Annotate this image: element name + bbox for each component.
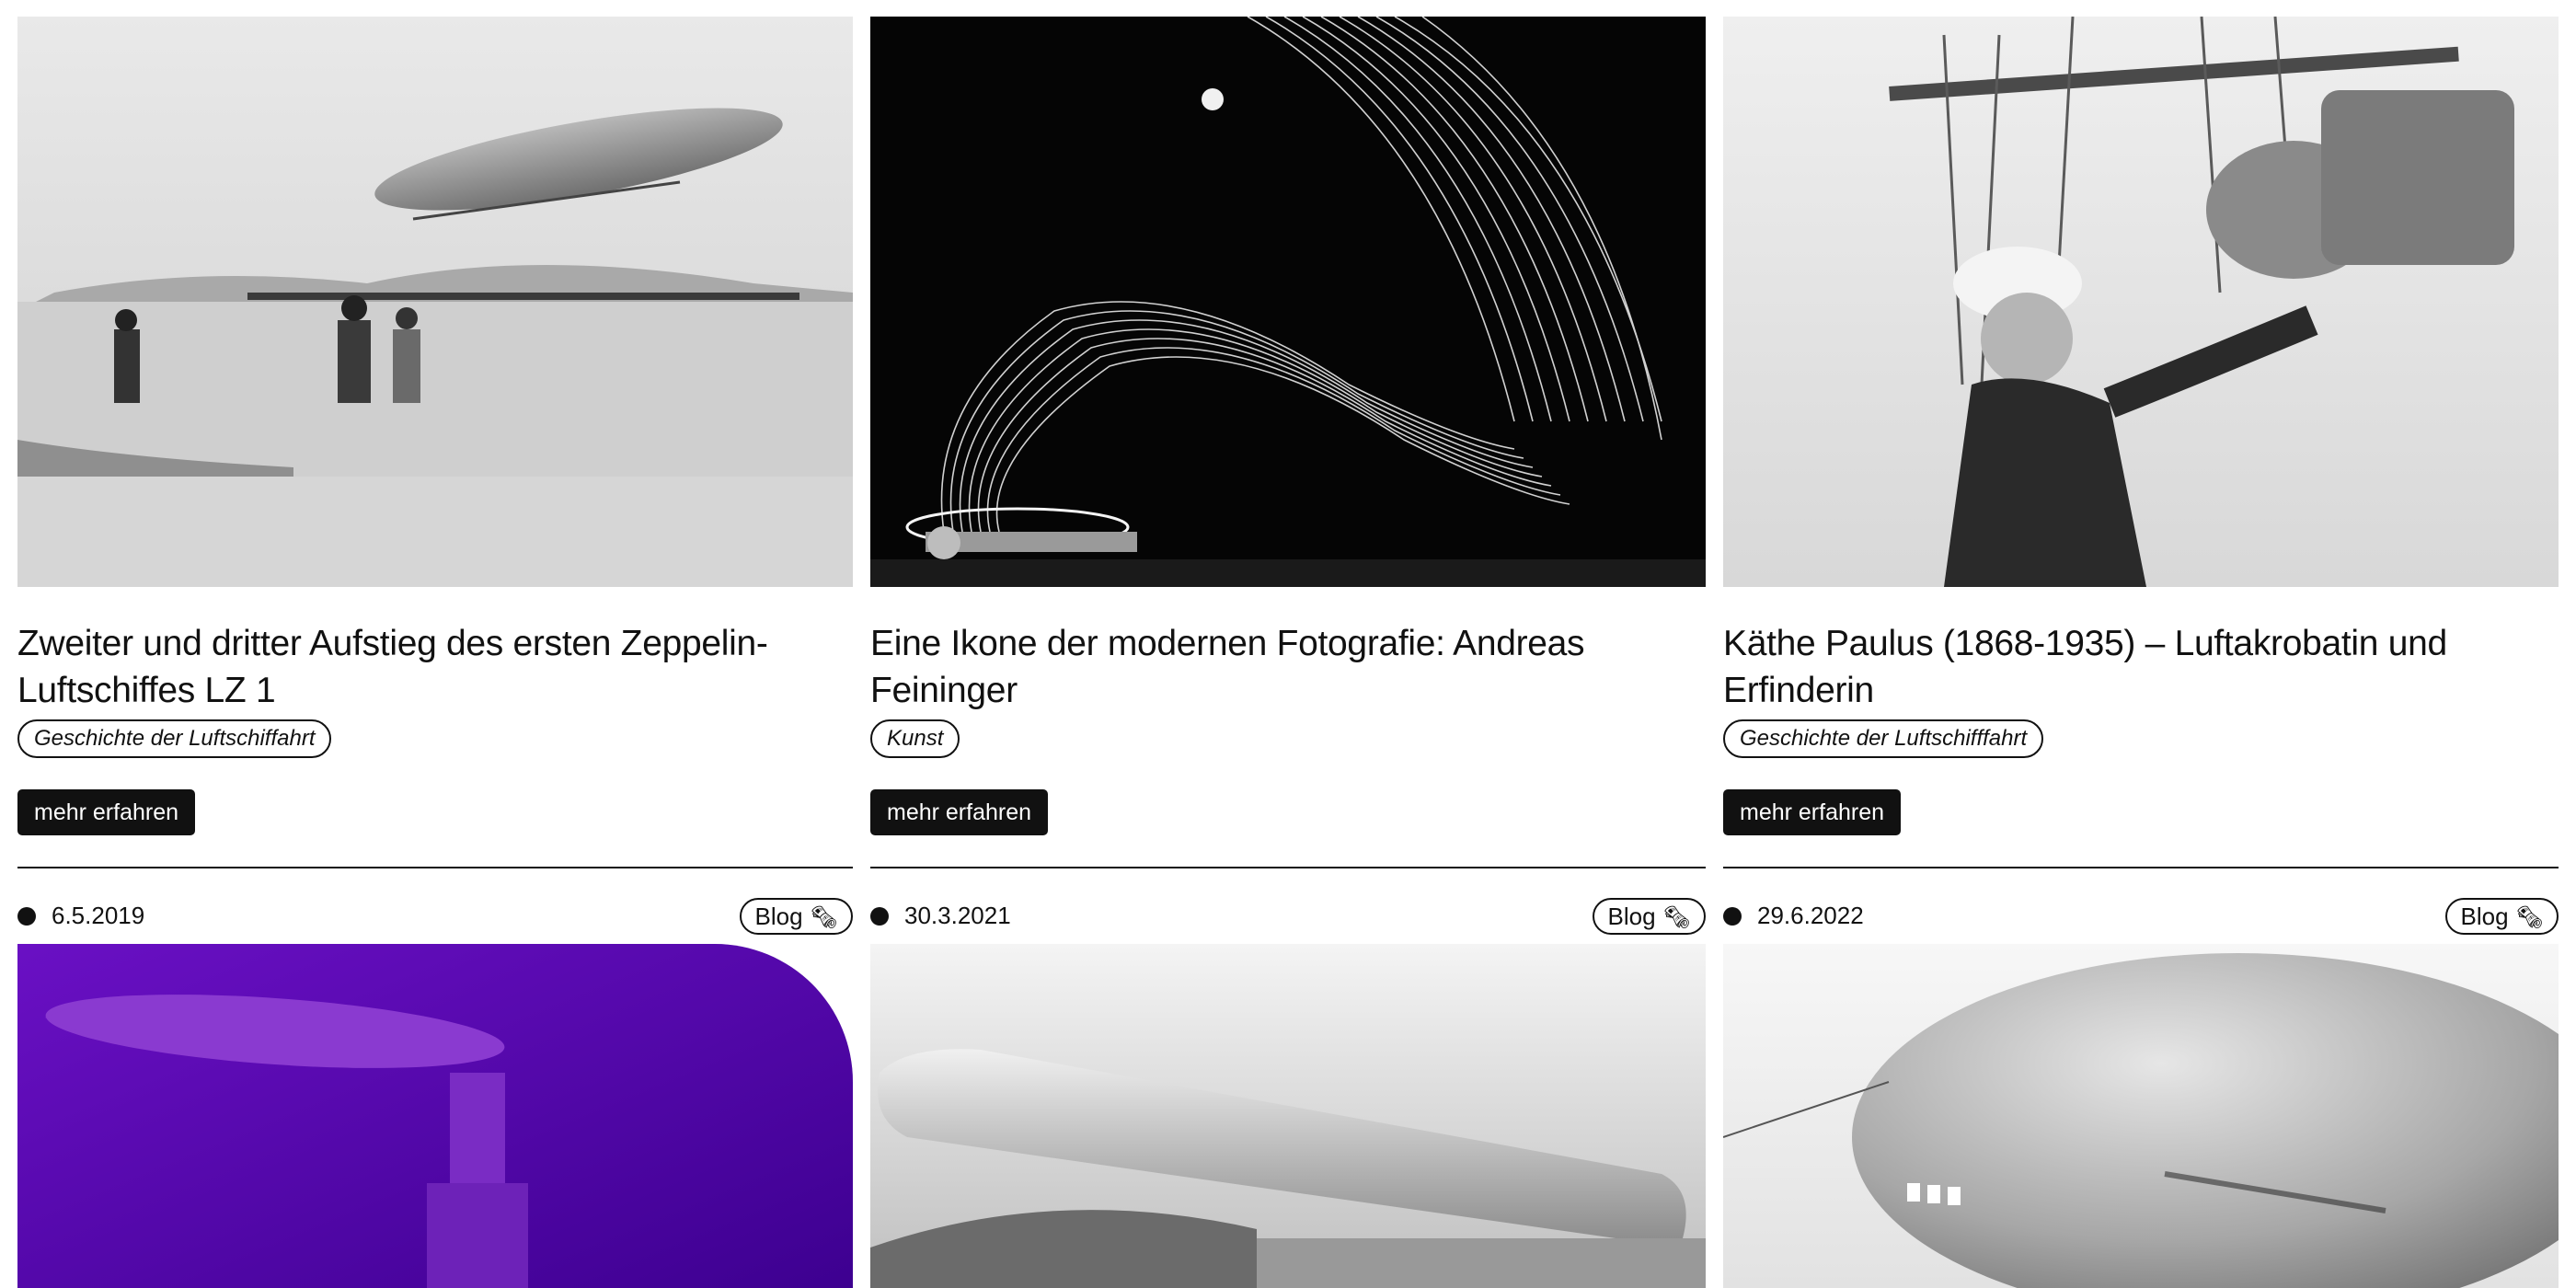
article-image-kaethe-paulus[interactable] <box>1723 17 2559 587</box>
article-title[interactable]: Zweiter und dritter Aufstieg des ersten … <box>17 620 853 714</box>
divider <box>1723 867 2559 868</box>
status-dot-icon <box>870 907 889 926</box>
article-title[interactable]: Eine Ikone der modernen Fotografie: Andr… <box>870 620 1706 714</box>
more-button[interactable]: mehr erfahren <box>1723 789 1902 835</box>
article-card: Zweiter und dritter Aufstieg des ersten … <box>17 17 853 1288</box>
blog-badge-label: Blog <box>754 903 803 930</box>
article-image-graf-zeppelin[interactable] <box>1723 944 2559 1288</box>
next-article-meta: 6.5.2019 Blog 🗞 <box>17 898 853 937</box>
document-icon: 🗞 <box>1662 905 1691 930</box>
category-tag[interactable]: Geschichte der Luftschifffahrt <box>1723 719 2044 758</box>
document-icon: 🗞 <box>2515 905 2544 930</box>
divider <box>17 867 853 868</box>
article-image-light-trails[interactable] <box>870 17 1706 587</box>
article-grid: Zweiter und dritter Aufstieg des ersten … <box>17 17 2559 1288</box>
article-image-zeppelin-lake[interactable] <box>17 17 853 587</box>
status-dot-icon <box>1723 907 1742 926</box>
article-image-zeppelin-deutschland[interactable] <box>870 944 1706 1288</box>
more-button[interactable]: mehr erfahren <box>17 789 196 835</box>
blog-badge-label: Blog <box>2460 903 2509 930</box>
article-date: 30.3.2021 <box>904 902 1011 929</box>
article-title[interactable]: Käthe Paulus (1868-1935) – Luftakrobatin… <box>1723 620 2559 714</box>
article-date: 29.6.2022 <box>1757 902 1864 929</box>
article-date: 6.5.2019 <box>52 902 145 929</box>
article-card: Käthe Paulus (1868-1935) – Luftakrobatin… <box>1723 17 2559 1288</box>
next-article-meta: 30.3.2021 Blog 🗞 <box>870 898 1706 937</box>
more-button[interactable]: mehr erfahren <box>870 789 1049 835</box>
document-icon: 🗞 <box>810 905 838 930</box>
article-image-zeppelin-purple[interactable] <box>17 944 853 1288</box>
blog-badge[interactable]: Blog 🗞 <box>2445 898 2559 935</box>
next-article-meta: 29.6.2022 Blog 🗞 <box>1723 898 2559 937</box>
blog-badge[interactable]: Blog 🗞 <box>1593 898 1706 935</box>
blog-badge-label: Blog <box>1607 903 1656 930</box>
article-card: Eine Ikone der modernen Fotografie: Andr… <box>870 17 1706 1288</box>
status-dot-icon <box>17 907 36 926</box>
blog-badge[interactable]: Blog 🗞 <box>740 898 853 935</box>
divider <box>870 867 1706 868</box>
category-tag[interactable]: Geschichte der Luftschiffahrt <box>17 719 332 758</box>
category-tag[interactable]: Kunst <box>870 719 960 758</box>
